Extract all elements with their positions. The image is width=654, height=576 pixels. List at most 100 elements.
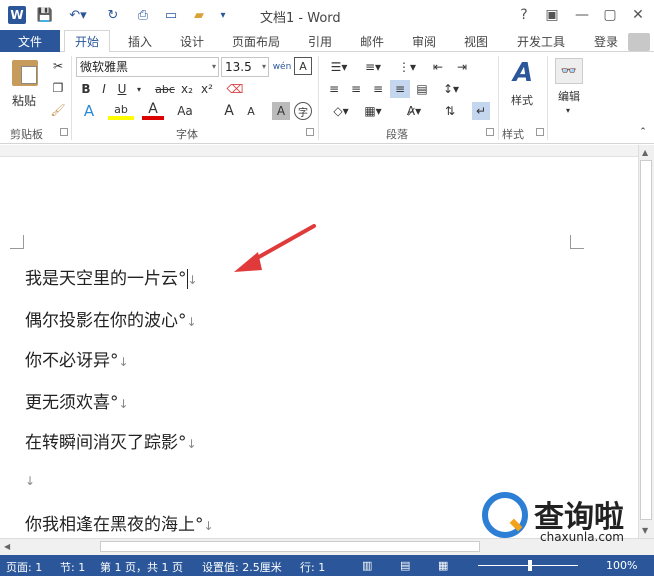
editing-button[interactable]: 编辑 bbox=[552, 88, 586, 104]
document-page[interactable] bbox=[0, 145, 638, 538]
format-painter-icon[interactable]: 🖌 bbox=[50, 102, 66, 118]
underline-button[interactable]: U bbox=[114, 80, 130, 98]
status-setting[interactable]: 设置值: 2.5厘米 bbox=[202, 559, 282, 575]
line-spacing-icon[interactable]: ↕▾ bbox=[436, 80, 466, 98]
web-layout-icon[interactable]: ▦ bbox=[438, 559, 448, 572]
distributed-icon[interactable]: ▤ bbox=[412, 80, 432, 98]
tab-file[interactable]: 文件 bbox=[0, 30, 60, 52]
font-color-icon[interactable]: A bbox=[142, 101, 164, 120]
document-line[interactable]: ↓ bbox=[25, 470, 35, 490]
print-layout-icon[interactable]: ▤ bbox=[400, 559, 410, 572]
binoculars-icon[interactable]: 👓 bbox=[555, 58, 583, 84]
align-right-icon[interactable]: ≡ bbox=[368, 80, 388, 98]
italic-button[interactable]: I bbox=[96, 80, 112, 98]
borders-icon[interactable]: ▦▾ bbox=[360, 102, 386, 120]
clear-formatting-icon[interactable]: ⌫ bbox=[226, 80, 244, 98]
character-shading-icon[interactable]: A bbox=[272, 102, 290, 120]
vertical-scroll-thumb[interactable] bbox=[640, 160, 652, 520]
tab-design[interactable]: 设计 bbox=[170, 30, 214, 52]
scroll-left-icon[interactable]: ◀ bbox=[4, 542, 10, 551]
line-text: 偶尔投影在你的波心° bbox=[25, 311, 187, 331]
line-text: 我是天空里的一片云° bbox=[25, 269, 187, 289]
document-line[interactable]: 你我相逢在黑夜的海上°↓ bbox=[25, 510, 214, 535]
status-section[interactable]: 节: 1 bbox=[60, 559, 85, 575]
sign-in-link[interactable]: 登录 bbox=[594, 33, 618, 50]
shrink-font-button[interactable]: A bbox=[242, 102, 260, 120]
save-icon[interactable]: 💾 bbox=[36, 6, 54, 24]
collapse-ribbon-icon[interactable]: ⌃ bbox=[636, 126, 650, 138]
tab-mailings[interactable]: 邮件 bbox=[350, 30, 394, 52]
text-effects-icon[interactable]: A bbox=[78, 102, 100, 120]
character-border-button[interactable]: A bbox=[294, 57, 312, 75]
zoom-slider-thumb[interactable] bbox=[528, 560, 532, 571]
copy-icon[interactable]: ❐ bbox=[50, 80, 66, 96]
increase-indent-icon[interactable]: ⇥ bbox=[452, 58, 472, 76]
phonetic-guide-button[interactable]: wén bbox=[272, 57, 292, 77]
grow-font-button[interactable]: A bbox=[220, 102, 238, 120]
document-line[interactable]: 我是天空里的一片云°↓ bbox=[25, 264, 198, 289]
paste-button[interactable]: 粘贴 bbox=[12, 92, 36, 109]
bold-button[interactable]: B bbox=[78, 80, 94, 98]
bullets-icon[interactable]: ☰▾ bbox=[324, 58, 354, 76]
avatar[interactable] bbox=[628, 33, 650, 51]
decrease-indent-icon[interactable]: ⇤ bbox=[428, 58, 448, 76]
close-button[interactable]: ✕ bbox=[626, 4, 650, 26]
undo-icon[interactable]: ↶▾ bbox=[62, 6, 94, 24]
document-line[interactable]: 偶尔投影在你的波心°↓ bbox=[25, 306, 197, 331]
underline-dropdown-icon[interactable]: ▾ bbox=[134, 80, 144, 98]
read-mode-icon[interactable]: ▥ bbox=[362, 559, 372, 572]
editing-dropdown-icon[interactable]: ▾ bbox=[562, 104, 574, 116]
font-size-field[interactable]: 13.5 ▾ bbox=[221, 57, 269, 77]
justify-icon[interactable]: ≡ bbox=[390, 80, 410, 98]
chinese-layout-icon[interactable]: A̷▾ bbox=[400, 102, 428, 120]
tab-developer[interactable]: 开发工具 bbox=[506, 30, 576, 52]
tab-view[interactable]: 视图 bbox=[454, 30, 498, 52]
document-line[interactable]: 更无须欢喜°↓ bbox=[25, 388, 129, 413]
tab-review[interactable]: 审阅 bbox=[402, 30, 446, 52]
scroll-up-icon[interactable]: ▲ bbox=[642, 148, 648, 157]
horizontal-scroll-thumb[interactable] bbox=[100, 541, 480, 552]
show-hide-marks-icon[interactable]: ↵ bbox=[472, 102, 490, 120]
align-center-icon[interactable]: ≡ bbox=[346, 80, 366, 98]
paragraph-launcher-icon[interactable] bbox=[486, 128, 494, 136]
change-case-button[interactable]: Aa bbox=[170, 102, 200, 120]
font-launcher-icon[interactable] bbox=[306, 128, 314, 136]
open-folder-icon[interactable]: ▰ bbox=[190, 6, 208, 24]
superscript-button[interactable]: x² bbox=[198, 80, 216, 98]
minimize-button[interactable]: — bbox=[570, 4, 594, 26]
strikethrough-button[interactable]: abc bbox=[154, 80, 176, 98]
document-line[interactable]: 在转瞬间消灭了踪影°↓ bbox=[25, 428, 197, 453]
status-page[interactable]: 页面: 1 bbox=[6, 559, 42, 575]
font-name-field[interactable]: 微软雅黑 ▾ bbox=[76, 57, 219, 77]
ribbon-display-options-button[interactable]: ▣ bbox=[540, 4, 564, 26]
tab-page-layout[interactable]: 页面布局 bbox=[224, 30, 288, 52]
subscript-button[interactable]: x₂ bbox=[178, 80, 196, 98]
tab-references[interactable]: 引用 bbox=[298, 30, 342, 52]
styles-button[interactable]: 样式 bbox=[504, 92, 540, 108]
enclose-characters-icon[interactable]: 字 bbox=[294, 102, 312, 120]
customize-quick-access-icon[interactable]: ▾ bbox=[216, 6, 230, 24]
styles-icon[interactable]: A bbox=[508, 58, 538, 88]
redo-icon[interactable]: ↻ bbox=[104, 6, 122, 24]
sort-icon[interactable]: ⇅ bbox=[440, 102, 460, 120]
styles-launcher-icon[interactable] bbox=[536, 128, 544, 136]
tab-home[interactable]: 开始 bbox=[64, 30, 110, 53]
new-document-icon[interactable]: ▭ bbox=[162, 6, 180, 24]
highlight-color-icon[interactable]: ab bbox=[108, 102, 134, 120]
maximize-button[interactable]: ▢ bbox=[598, 4, 622, 26]
zoom-level[interactable]: 100% bbox=[606, 559, 637, 572]
tab-insert[interactable]: 插入 bbox=[118, 30, 162, 52]
help-button[interactable]: ? bbox=[512, 4, 536, 26]
line-text: 在转瞬间消灭了踪影° bbox=[25, 433, 187, 453]
multilevel-list-icon[interactable]: ⋮▾ bbox=[392, 58, 422, 76]
numbering-icon[interactable]: ≡▾ bbox=[358, 58, 388, 76]
document-line[interactable]: 你不必讶异°↓ bbox=[25, 346, 129, 371]
paste-icon[interactable] bbox=[12, 60, 38, 86]
status-row[interactable]: 行: 1 bbox=[300, 559, 325, 575]
cut-icon[interactable]: ✂ bbox=[50, 58, 66, 74]
status-page-count[interactable]: 第 1 页，共 1 页 bbox=[100, 559, 183, 575]
print-preview-icon[interactable]: ⎙ bbox=[134, 6, 152, 24]
shading-icon[interactable]: ◇▾ bbox=[328, 102, 354, 120]
align-left-icon[interactable]: ≡ bbox=[324, 80, 344, 98]
clipboard-launcher-icon[interactable] bbox=[60, 128, 68, 136]
